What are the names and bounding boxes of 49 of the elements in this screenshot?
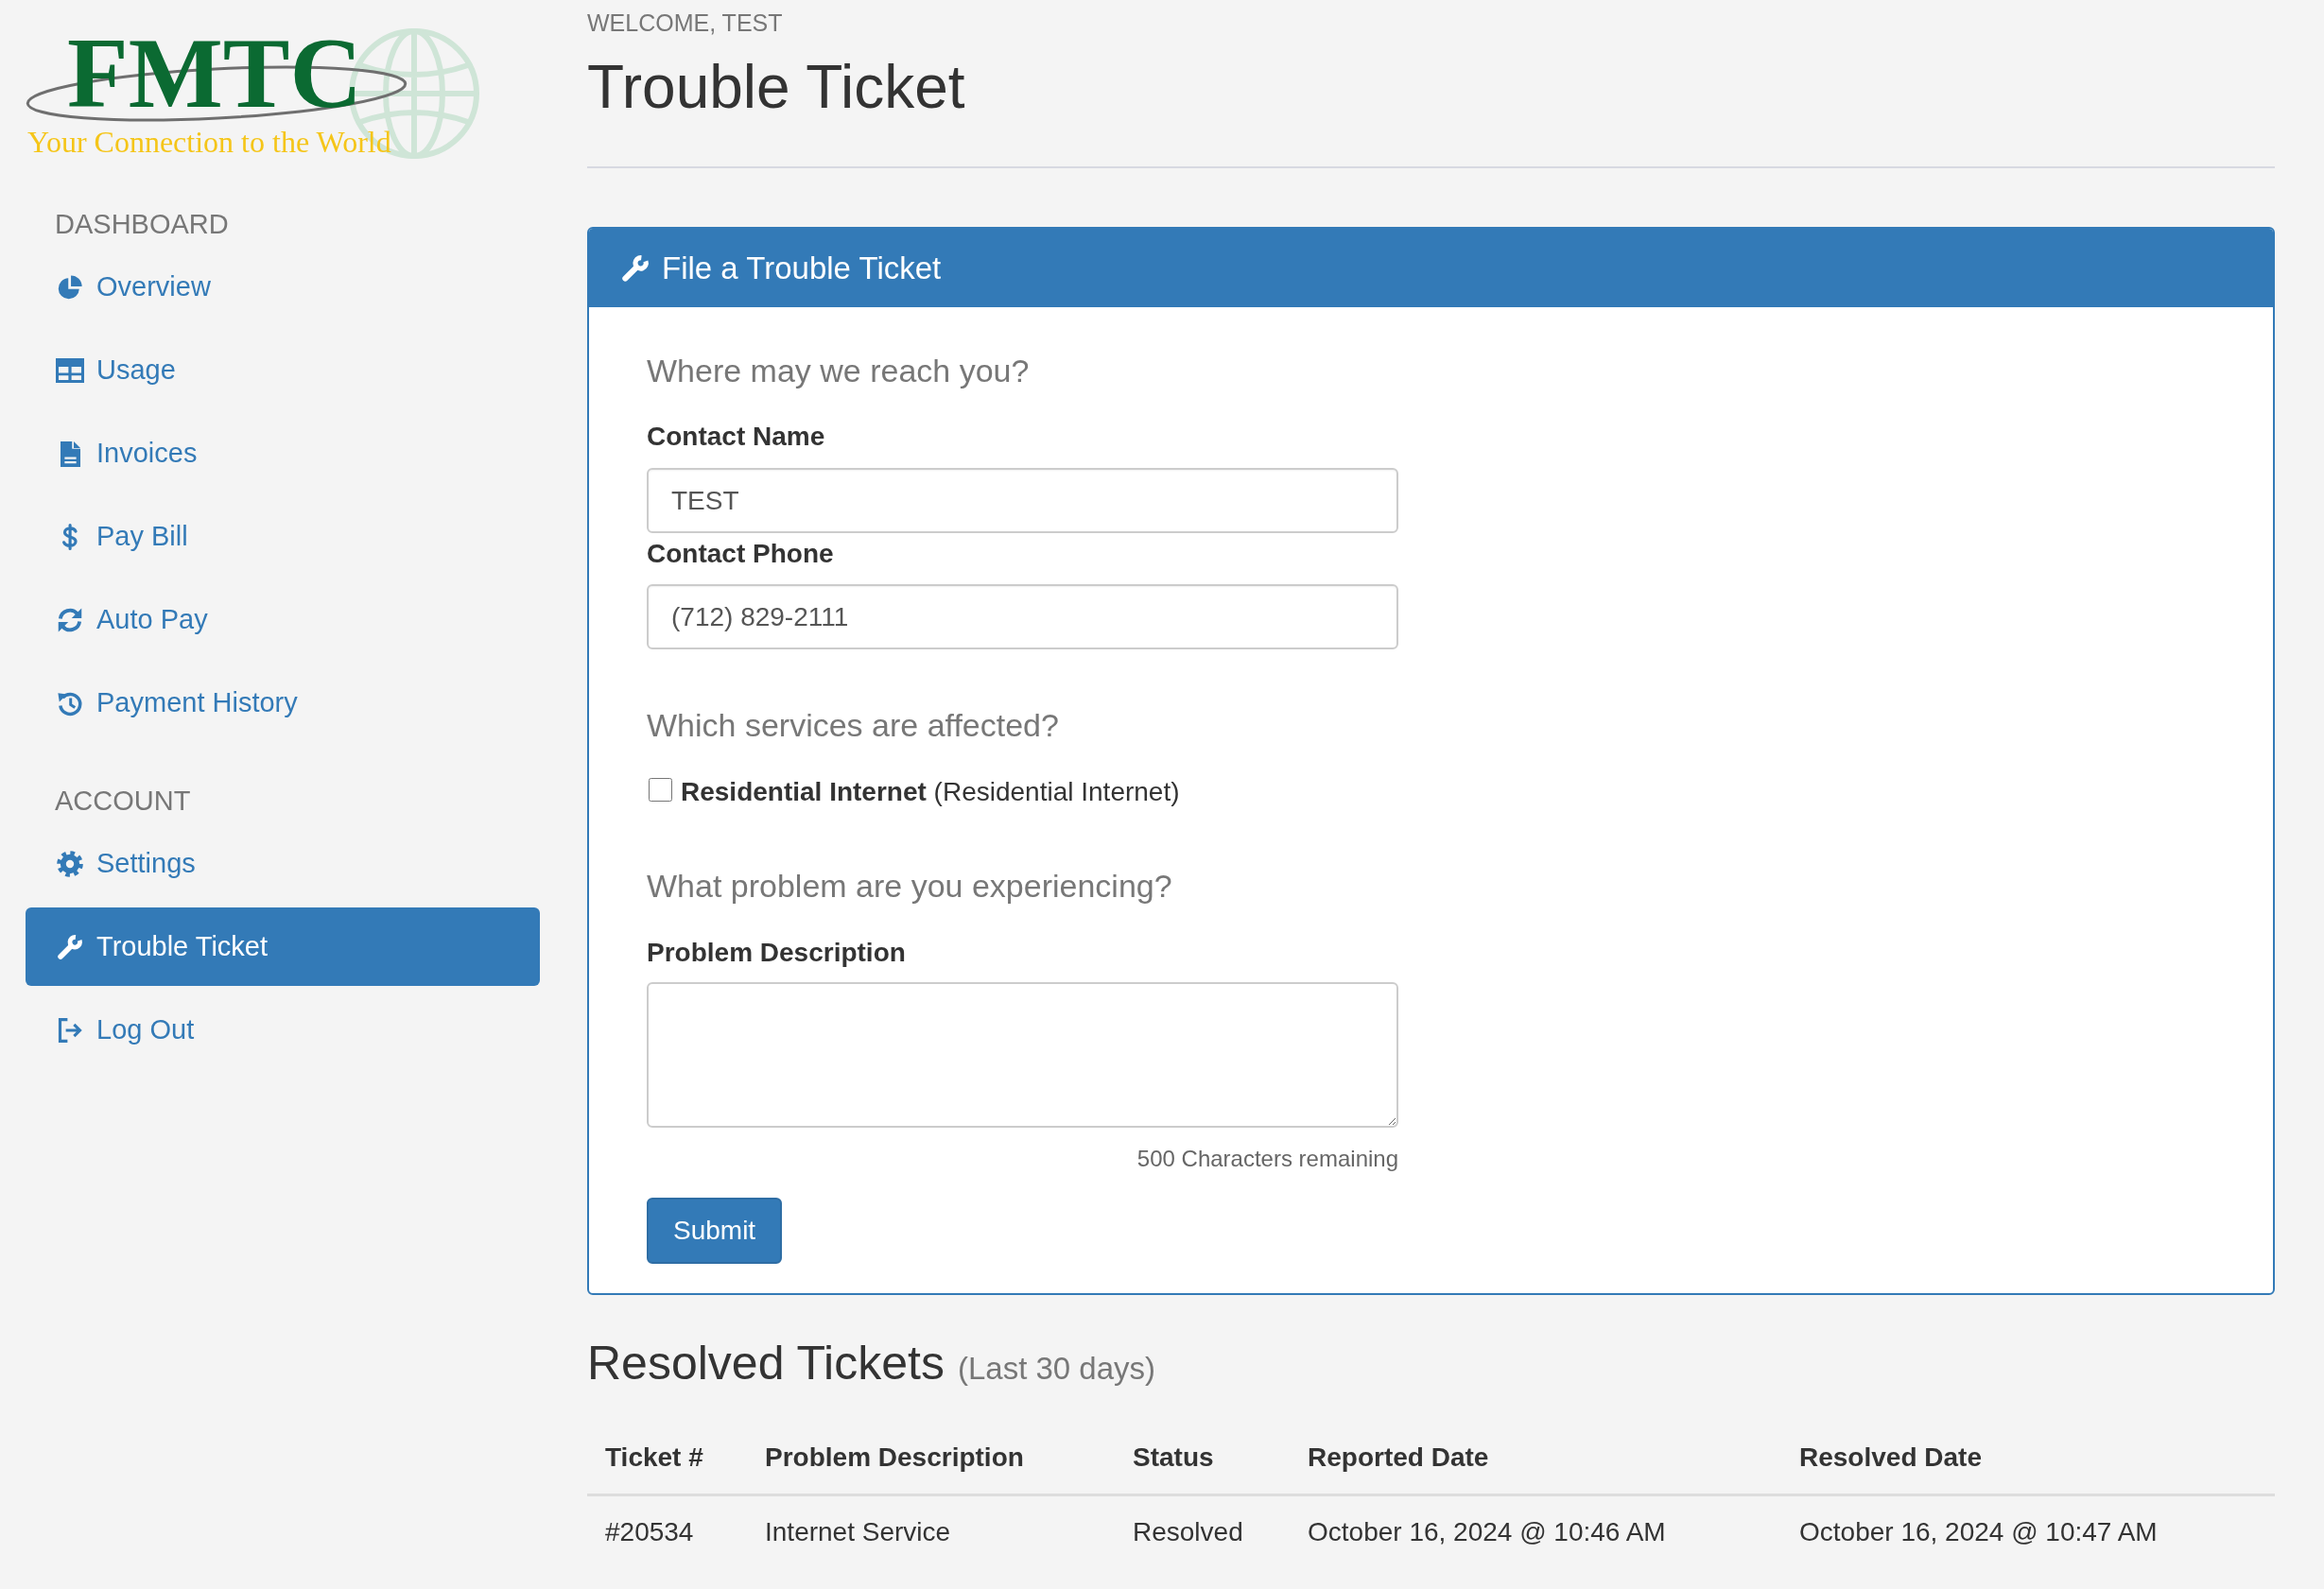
character-counter: 500 Characters remaining: [1136, 1145, 1398, 1173]
table-cell: October 16, 2024 @ 10:46 AM: [1290, 1494, 1781, 1568]
nav-section-heading: ACCOUNT: [55, 785, 191, 818]
pie-chart-icon: [57, 273, 83, 301]
nav-link[interactable]: Payment History: [26, 664, 540, 742]
wrench-icon: [621, 253, 650, 283]
nav-link[interactable]: Invoices: [26, 414, 540, 492]
form-section-heading: Which services are affected?: [647, 706, 1059, 744]
checkbox[interactable]: [649, 777, 672, 802]
nav-link[interactable]: Log Out: [26, 991, 540, 1069]
text-input[interactable]: TEST: [647, 468, 1398, 533]
table-cell: #20534: [587, 1494, 747, 1568]
logo-tagline: Your Connection to the World: [27, 127, 391, 157]
text-input[interactable]: (712) 829-2111: [647, 584, 1398, 649]
dollar-icon: [61, 523, 78, 550]
table-icon: [55, 356, 85, 384]
checkbox-label: Residential Internet (Residential Internet): [681, 776, 1180, 808]
column-header: Ticket #: [587, 1422, 747, 1495]
nav-section-heading: DASHBOARD: [55, 208, 229, 241]
column-header: Problem Description: [747, 1422, 1115, 1495]
table-cell: October 16, 2024 @ 10:47 AM: [1781, 1494, 2275, 1568]
nav-link[interactable]: Pay Bill: [26, 497, 540, 576]
document-icon: [60, 440, 80, 467]
table-cell: Resolved: [1115, 1494, 1290, 1568]
field-label: Problem Description: [647, 937, 906, 969]
submit-button[interactable]: Submit: [647, 1198, 783, 1264]
page-title: Trouble Ticket: [587, 54, 965, 120]
nav-link[interactable]: Usage: [26, 331, 540, 409]
form-section-heading: Where may we reach you?: [647, 352, 1030, 389]
textarea-field[interactable]: [647, 982, 1398, 1128]
column-header: Resolved Date: [1781, 1422, 2275, 1495]
gear-icon: [57, 850, 83, 877]
form-section-heading: What problem are you experiencing?: [647, 867, 1172, 905]
column-header: Reported Date: [1290, 1422, 1781, 1495]
section-subtitle: (Last 30 days): [957, 1350, 1156, 1388]
table-cell: Internet Service: [747, 1494, 1115, 1568]
nav-link[interactable]: Settings: [26, 824, 540, 903]
panel-title: File a Trouble Ticket: [662, 249, 942, 287]
nav-link[interactable]: Auto Pay: [26, 580, 540, 659]
field-label: Contact Phone: [647, 538, 834, 570]
section-title: Resolved Tickets: [587, 1336, 945, 1391]
wrench-icon: [57, 933, 83, 960]
nav-link[interactable]: Overview: [26, 248, 540, 326]
field-label: Contact Name: [647, 421, 825, 453]
refresh-icon: [57, 606, 83, 633]
column-header: Status: [1115, 1422, 1290, 1495]
nav-link[interactable]: Trouble Ticket: [26, 907, 540, 986]
welcome-label: WELCOME, TEST: [587, 9, 783, 37]
logout-icon: [57, 1016, 83, 1044]
